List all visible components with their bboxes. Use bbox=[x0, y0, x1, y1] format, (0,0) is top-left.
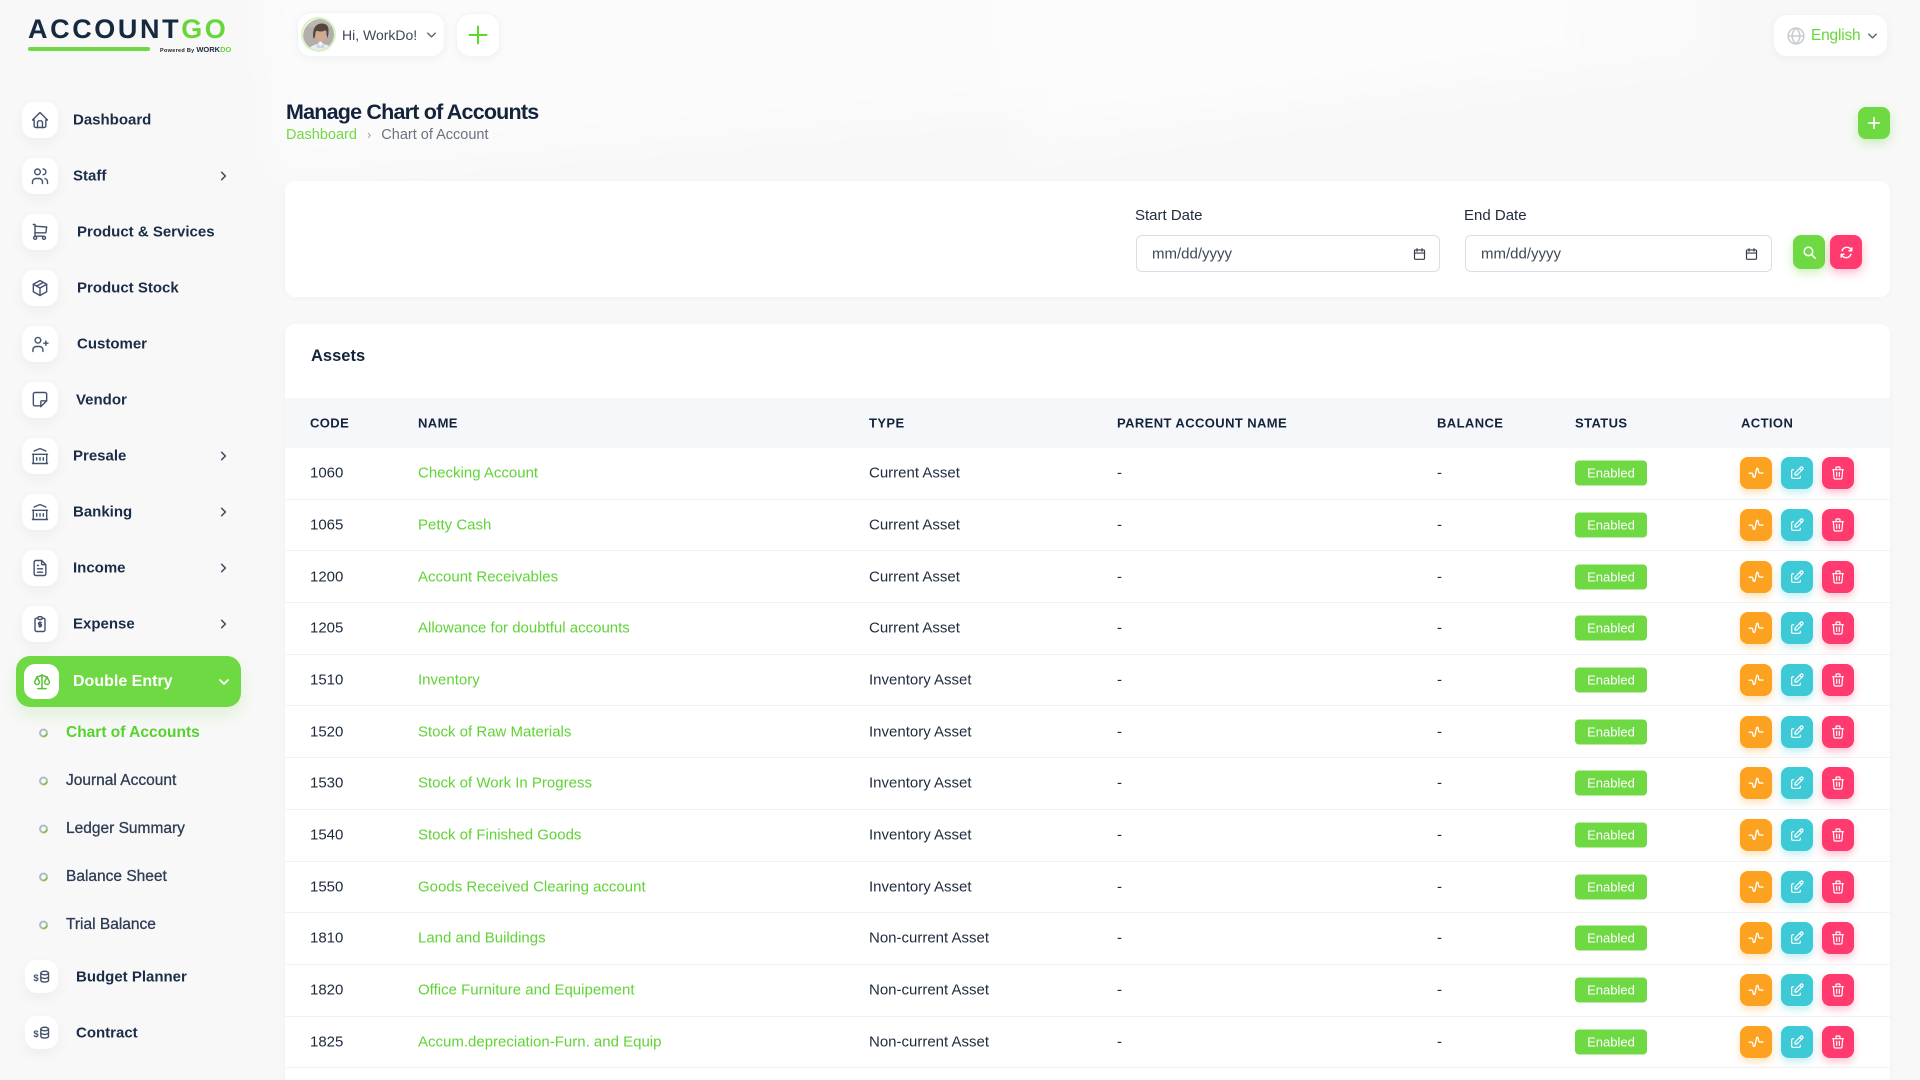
svg-text:$: $ bbox=[33, 1028, 39, 1039]
svg-text:$: $ bbox=[33, 972, 39, 983]
